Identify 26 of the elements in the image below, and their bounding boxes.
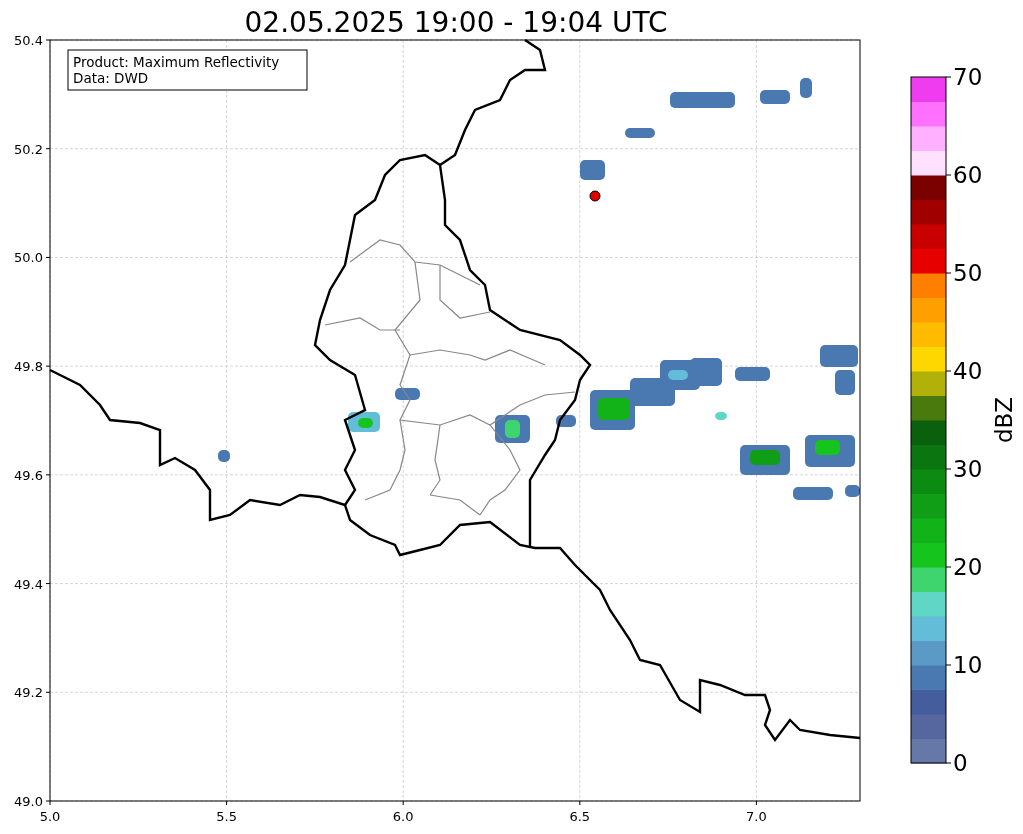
colorbar-label: dBZ xyxy=(991,396,1017,444)
y-tick-label: 49.0 xyxy=(14,794,43,809)
y-tick-label: 50.4 xyxy=(14,33,43,48)
legend-text: Product: Maximum Reflectivity xyxy=(73,54,280,70)
colorbar-tick-label: 40 xyxy=(953,358,983,384)
y-tick-label: 49.6 xyxy=(14,467,43,483)
x-tick-label: 5.5 xyxy=(216,809,237,824)
x-tick-label: 7.0 xyxy=(746,809,767,824)
y-tick-label: 49.4 xyxy=(14,576,43,592)
colorbar-tick-label: 30 xyxy=(953,456,983,482)
colorbar-tick-label: 70 xyxy=(953,64,983,90)
plot-title: 02.05.2025 19:00 - 19:04 UTC xyxy=(244,6,668,39)
y-tick-label: 50.0 xyxy=(14,250,43,266)
colorbar-tick-label: 50 xyxy=(953,260,983,286)
colorbar-tick-label: 60 xyxy=(953,162,983,188)
radar-site-marker xyxy=(589,190,601,202)
x-tick-label: 5.0 xyxy=(39,809,61,824)
y-tick-label: 49.8 xyxy=(14,359,43,375)
colorbar-tick-label: 20 xyxy=(953,554,983,580)
x-tick-label: 6.0 xyxy=(392,809,414,824)
y-tick-label: 49.2 xyxy=(14,685,43,701)
x-tick-label: 6.5 xyxy=(569,809,591,824)
legend-text: Data: DWD xyxy=(73,70,149,86)
colorbar-tick-label: 10 xyxy=(953,652,983,678)
y-tick-label: 50.2 xyxy=(14,141,43,157)
colorbar-tick-label: 0 xyxy=(953,750,968,776)
